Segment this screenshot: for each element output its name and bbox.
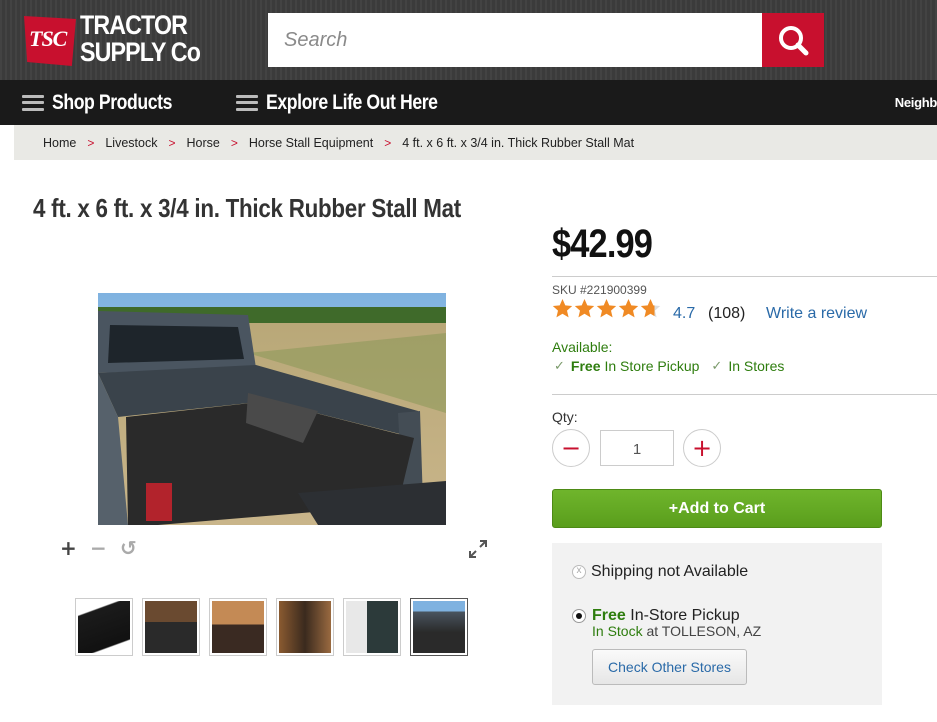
avail-in-stores: In Stores: [728, 358, 785, 374]
nav-shop-products[interactable]: Shop Products: [22, 80, 195, 125]
nav-neighbor-link[interactable]: Neighb: [895, 80, 937, 125]
breadcrumb-separator: >: [384, 135, 392, 150]
stock-location: at TOLLESON, AZ: [646, 623, 762, 639]
site-header: TSC TRACTOR SUPPLY Co: [0, 0, 937, 80]
write-review-link[interactable]: Write a review: [766, 305, 867, 323]
truck-bed-mat-photo: [98, 293, 446, 525]
logo-wordmark: TRACTOR SUPPLY Co: [80, 12, 243, 66]
nav-explore[interactable]: Explore Life Out Here: [236, 80, 470, 125]
minus-icon: −: [560, 434, 582, 462]
fulfillment-panel: x Shipping not Available Free In-Store P…: [552, 543, 882, 705]
zoom-in-icon[interactable]: +: [60, 538, 77, 558]
shipping-option: x Shipping not Available: [572, 563, 748, 581]
avail-free: Free: [570, 358, 601, 374]
breadcrumb-separator: >: [87, 135, 95, 150]
thumbnail-active[interactable]: [410, 598, 468, 656]
breadcrumb-current: 4 ft. x 6 ft. x 3/4 in. Thick Rubber Sta…: [402, 135, 635, 150]
divider: [552, 276, 937, 277]
check-icon: ✓: [711, 358, 723, 373]
add-to-cart-button[interactable]: +Add to Cart: [552, 489, 882, 528]
breadcrumb: Home > Livestock > Horse > Horse Stall E…: [14, 125, 937, 160]
nav-neighbor-label: Neighb: [894, 95, 937, 110]
product-price: $42.99: [552, 222, 653, 266]
fullscreen-icon[interactable]: [469, 540, 487, 563]
nav-shop-products-label: Shop Products: [52, 90, 172, 114]
product-title: 4 ft. x 6 ft. x 3/4 in. Thick Rubber Sta…: [33, 193, 461, 223]
thumbnail[interactable]: [343, 598, 401, 656]
thumbnail[interactable]: [276, 598, 334, 656]
reset-zoom-icon[interactable]: ↺: [120, 538, 137, 558]
product-thumbnails: [75, 598, 468, 656]
main-nav: Shop Products Explore Life Out Here Neig…: [0, 80, 937, 125]
zoom-out-icon[interactable]: −: [90, 538, 107, 558]
nav-explore-label: Explore Life Out Here: [266, 90, 438, 114]
logo-badge: TSC: [24, 16, 76, 66]
stock-status: In Stock at TOLLESON, AZ: [592, 623, 761, 639]
star-icon: [618, 299, 639, 318]
check-icon: ✓: [554, 358, 565, 373]
logo-line-1: TRACTOR: [80, 10, 188, 40]
shipping-option-label: Shipping not Available: [591, 563, 749, 580]
pickup-label: In-Store Pickup: [630, 607, 740, 624]
availability-options: ✓ Free In Store Pickup ✓ In Stores: [554, 358, 784, 374]
search-icon: [779, 26, 809, 56]
star-icon: [574, 299, 595, 318]
avail-pickup: In Store Pickup: [604, 358, 700, 374]
tsc-logo[interactable]: TSC TRACTOR SUPPLY Co: [24, 12, 224, 70]
qty-increase-button[interactable]: +: [683, 429, 721, 467]
stock-status-value: In Stock: [592, 623, 643, 639]
pickup-free: Free: [592, 607, 626, 624]
breadcrumb-livestock[interactable]: Livestock: [105, 136, 157, 150]
thumbnail[interactable]: [75, 598, 133, 656]
menu-icon: [22, 94, 44, 111]
rating-stars[interactable]: [552, 298, 662, 319]
product-main-image[interactable]: [98, 293, 446, 525]
rating-value[interactable]: 4.7: [673, 305, 695, 323]
image-zoom-controls: + − ↺: [60, 538, 137, 558]
review-count: (108): [708, 305, 746, 322]
star-icon: [552, 299, 573, 318]
breadcrumb-horse[interactable]: Horse: [186, 136, 219, 150]
qty-decrease-button[interactable]: −: [552, 429, 590, 467]
logo-badge-text: TSC: [29, 26, 67, 51]
availability-label: Available:: [552, 339, 613, 355]
plus-icon: +: [691, 434, 713, 462]
breadcrumb-separator: >: [230, 135, 238, 150]
breadcrumb-separator: >: [168, 135, 176, 150]
logo-line-2: SUPPLY Co: [80, 37, 201, 67]
search-input[interactable]: [268, 13, 762, 67]
unavailable-radio-icon: x: [572, 565, 586, 579]
breadcrumb-home[interactable]: Home: [43, 136, 76, 150]
thumbnail[interactable]: [209, 598, 267, 656]
product-sku: SKU #221900399: [552, 283, 647, 297]
qty-label: Qty:: [552, 409, 578, 425]
menu-icon: [236, 94, 258, 111]
search-button[interactable]: [762, 13, 824, 67]
star-icon: [640, 299, 661, 318]
divider: [552, 394, 937, 395]
thumbnail[interactable]: [142, 598, 200, 656]
star-icon: [596, 299, 617, 318]
check-other-stores-button[interactable]: Check Other Stores: [592, 649, 747, 685]
selected-radio-icon[interactable]: [572, 609, 586, 623]
breadcrumb-horse-stall-equipment[interactable]: Horse Stall Equipment: [249, 136, 373, 150]
qty-input[interactable]: [600, 430, 674, 466]
